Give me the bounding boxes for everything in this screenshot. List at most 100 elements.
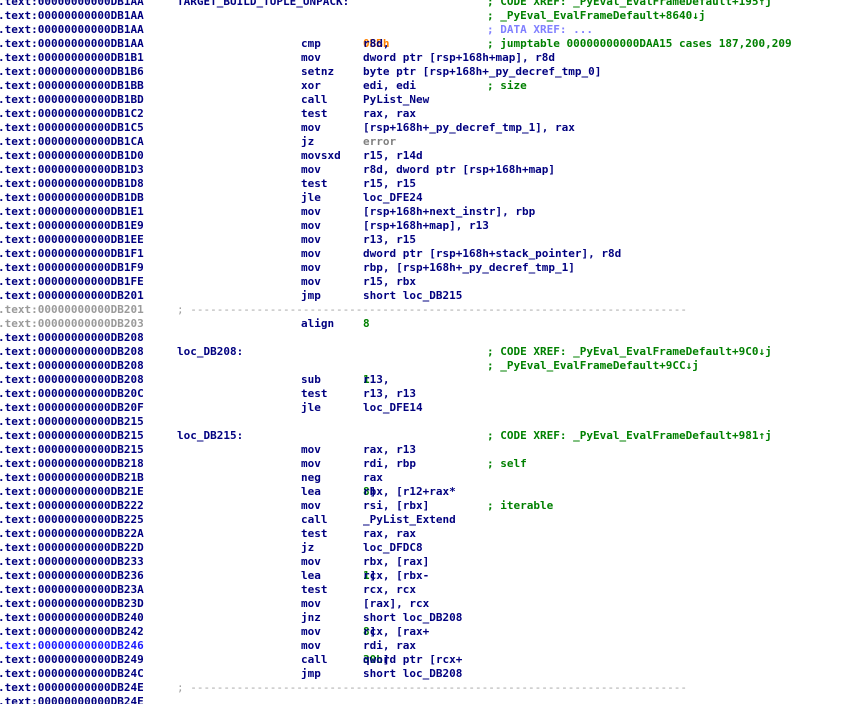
disassembly-listing[interactable]: .text:00000000000DB1AA TARGET_BUILD_TUPLE… [0,0,862,704]
instruction-mnemonic: mov [301,625,321,638]
operand-text: [rsp+168h+next_instr], rbp [363,205,536,218]
listing-line[interactable]: .text:00000000000DB242 mov rcx, [rax+ 8] [0,625,862,639]
line-address: .text:00000000000DB24C [0,667,144,680]
listing-line[interactable]: .text:00000000000DB1E9 mov [rsp+168h+map],… [0,219,862,233]
line-address: .text:00000000000DB1B1 [0,51,144,64]
code-label[interactable]: TARGET_BUILD_TUPLE_UNPACK: [177,0,349,9]
listing-line[interactable]: .text:00000000000DB1F9 mov rbp, [rsp+168h+… [0,261,862,275]
instruction-operands[interactable]: r13, 1 [363,373,390,387]
listing-line[interactable]: .text:00000000000DB240 jnz short loc_DB208 [0,611,862,625]
listing-line[interactable]: .text:00000000000DB1BD call PyList_New [0,93,862,107]
line-address: .text:00000000000DB203 [0,317,144,330]
operand-text: edi, edi [363,79,416,92]
listing-line[interactable]: .text:00000000000DB1D0 movsxd r15, r14d [0,149,862,163]
line-address: .text:00000000000DB21E [0,485,144,498]
operand-text: rdi, rbp [363,457,416,470]
listing-line[interactable]: .text:00000000000DB215 [0,415,862,429]
instruction-mnemonic: mov [301,457,321,470]
instruction-mnemonic: test [301,107,328,120]
listing-line[interactable]: .text:00000000000DB225 call _PyList_Extend [0,513,862,527]
listing-line[interactable]: .text:00000000000DB233 mov rbx, [rax] [0,555,862,569]
operand-text: _PyList_Extend [363,513,456,526]
listing-line[interactable]: .text:00000000000DB249 call qword ptr [rcx… [0,653,862,667]
listing-line[interactable]: .text:00000000000DB208 ; _PyEval_EvalFram… [0,359,862,373]
line-address: .text:00000000000DB23D [0,597,144,610]
listing-line[interactable]: .text:00000000000DB201 ; ----------------… [0,303,862,317]
listing-line[interactable]: .text:00000000000DB22D jz loc_DFDC8 [0,541,862,555]
operand-text: short loc_DB215 [363,289,463,302]
listing-line[interactable]: .text:00000000000DB222 mov rsi, [rbx] ; ite… [0,499,862,513]
listing-line[interactable]: .text:00000000000DB208 sub r13, 1 [0,373,862,387]
listing-line[interactable]: .text:00000000000DB1F1 mov dword ptr [rsp+… [0,247,862,261]
operand-text: loc_DFE24 [363,191,423,204]
operand-text: r8d, [363,37,397,50]
listing-line[interactable]: .text:00000000000DB218 mov rdi, rbp ; self [0,457,862,471]
line-address: .text:00000000000DB1CA [0,135,144,148]
listing-line[interactable]: .text:00000000000DB22A test rax, rax [0,527,862,541]
listing-line[interactable]: .text:00000000000DB1C5 mov [rsp+168h+_py_d… [0,121,862,135]
instruction-operands[interactable]: rcx, [rbx- 1] [363,569,429,583]
listing-line[interactable]: .text:00000000000DB1B1 mov dword ptr [rsp+… [0,51,862,65]
listing-line[interactable]: .text:00000000000DB208 [0,331,862,345]
line-address: .text:00000000000DB22A [0,527,144,540]
code-label[interactable]: loc_DB215: [177,429,243,443]
instruction-mnemonic: mov [301,443,321,456]
listing-line[interactable]: .text:00000000000DB236 lea rcx, [rbx- 1] [0,569,862,583]
code-comment: ; _PyEval_EvalFrameDefault+8640↓j [487,9,706,22]
listing-line[interactable]: .text:00000000000DB203 align 8 [0,317,862,331]
line-address: .text:00000000000DB208 [0,331,144,344]
listing-line[interactable]: .text:00000000000DB246 mov rdi, rax [0,639,862,653]
listing-line[interactable]: .text:00000000000DB23D mov [rax], rcx [0,597,862,611]
listing-line[interactable]: .text:00000000000DB23A test rcx, rcx [0,583,862,597]
instruction-operands[interactable]: qword ptr [rcx+ 30h] [363,653,462,667]
operand-text: qword ptr [rcx+ [363,653,463,666]
listing-line[interactable]: .text:00000000000DB1DB jle loc_DFE24 [0,191,862,205]
listing-line[interactable]: .text:00000000000DB1BB xor edi, edi ; size [0,79,862,93]
listing-line[interactable]: .text:00000000000DB21B neg rax [0,471,862,485]
line-address: .text:00000000000DB1BD [0,93,144,106]
listing-line[interactable]: .text:00000000000DB1AA TARGET_BUILD_TUPLE… [0,0,862,9]
instruction-mnemonic: setnz [301,65,335,78]
line-address: .text:00000000000DB218 [0,457,144,470]
listing-line[interactable]: .text:00000000000DB1D3 mov r8d, dword ptr … [0,163,862,177]
line-address: .text:00000000000DB225 [0,513,144,526]
instruction-operands[interactable]: rcx, [rax+ 8] [363,625,429,639]
listing-line[interactable]: .text:00000000000DB21E lea rbx, [r12+rax* 8… [0,485,862,499]
operand-text: [rsp+168h+_py_decref_tmp_1], rax [363,121,575,134]
listing-line[interactable]: .text:00000000000DB208 loc_DB208: ; CODE X… [0,345,862,359]
listing-line[interactable]: .text:00000000000DB20F jle loc_DFE14 [0,401,862,415]
instruction-operands[interactable]: 8 [363,317,370,331]
line-address: .text:00000000000DB201 [0,289,144,302]
listing-line[interactable]: .text:00000000000DB1CA jz error [0,135,862,149]
listing-line[interactable]: .text:00000000000DB215 loc_DB215: ; CODE X… [0,429,862,443]
listing-line[interactable]: .text:00000000000DB1FE mov r15, rbx [0,275,862,289]
listing-line[interactable]: .text:00000000000DB201 jmp short loc_DB215 [0,289,862,303]
listing-line[interactable]: .text:00000000000DB1E1 mov [rsp+168h+next_… [0,205,862,219]
operand-text: r13, r15 [363,233,416,246]
operand-text: byte ptr [rsp+168h+_py_decref_tmp_0] [363,65,602,78]
listing-line[interactable]: .text:00000000000DB24E [0,695,862,704]
instruction-mnemonic: mov [301,499,321,512]
listing-line[interactable]: .text:00000000000DB24E ; ----------------… [0,681,862,695]
listing-line[interactable]: .text:00000000000DB1AA ; DATA XREF: ... [0,23,862,37]
instruction-mnemonic: test [301,387,328,400]
line-address: .text:00000000000DB1AA [0,0,144,8]
listing-line[interactable]: .text:00000000000DB215 mov rax, r13 [0,443,862,457]
listing-line[interactable]: .text:00000000000DB1EE mov r13, r15 [0,233,862,247]
line-address: .text:00000000000DB1D0 [0,149,144,162]
listing-line[interactable]: .text:00000000000DB1D8 test r15, r15 [0,177,862,191]
operand-text: loc_DFDC8 [363,541,423,554]
listing-line[interactable]: .text:00000000000DB24C jmp short loc_DB208 [0,667,862,681]
listing-line[interactable]: .text:00000000000DB1AA ; _PyEval_EvalFram… [0,9,862,23]
listing-line[interactable]: .text:00000000000DB20C test r13, r13 [0,387,862,401]
code-label[interactable]: loc_DB208: [177,345,243,359]
instruction-mnemonic: mov [301,121,321,134]
listing-line[interactable]: .text:00000000000DB1AA cmp r8d, 0BBh ; jump… [0,37,862,51]
instruction-operands[interactable]: error [363,135,396,149]
operand-text: r15, r14d [363,149,423,162]
instruction-operands[interactable]: r8d, 0BBh [363,37,390,51]
code-comment: ; DATA XREF: ... [487,23,593,36]
listing-line[interactable]: .text:00000000000DB1B6 setnz byte ptr [rsp… [0,65,862,79]
instruction-operands[interactable]: rbx, [r12+rax* 8] [363,485,456,499]
listing-line[interactable]: .text:00000000000DB1C2 test rax, rax [0,107,862,121]
